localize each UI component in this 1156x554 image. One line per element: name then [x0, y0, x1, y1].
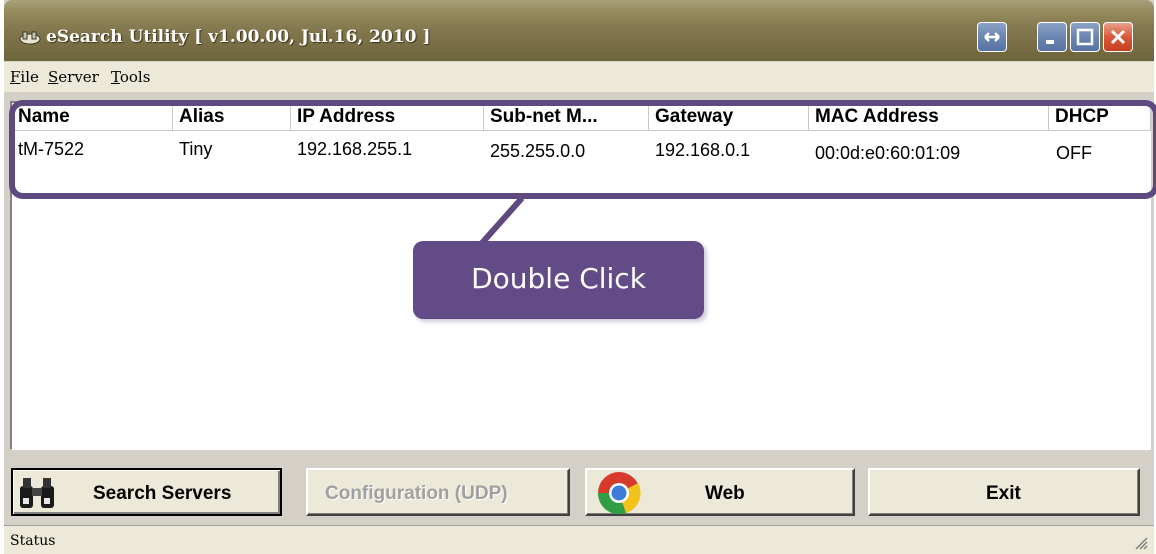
close-button[interactable] [1103, 22, 1133, 52]
resize-button[interactable] [977, 22, 1007, 52]
menu-bar: File Server Tools [4, 62, 1154, 92]
window-title: eSearch Utility [ v1.00.00, Jul.16, 2010… [46, 27, 431, 47]
double-click-callout: Double Click [413, 241, 704, 319]
status-text: Status [10, 533, 56, 549]
maximize-button[interactable] [1070, 22, 1100, 52]
exit-button[interactable]: Exit [868, 468, 1140, 516]
configuration-udp-label: Configuration (UDP) [325, 483, 508, 504]
search-servers-button[interactable]: Search Servers [11, 468, 282, 516]
highlight-frame [9, 100, 1156, 199]
double-arrow-icon [984, 32, 1000, 42]
minimize-button[interactable] [1037, 22, 1067, 52]
minimize-icon [1046, 40, 1054, 44]
menu-server[interactable]: Server [48, 68, 99, 86]
exit-label: Exit [986, 483, 1021, 504]
title-bar[interactable]: eSearch Utility [ v1.00.00, Jul.16, 2010… [4, 0, 1154, 61]
close-icon [1110, 29, 1126, 45]
app-icon [19, 31, 41, 45]
configuration-udp-button[interactable]: Configuration (UDP) [306, 468, 570, 516]
search-servers-label: Search Servers [93, 483, 232, 504]
menu-tools[interactable]: Tools [111, 68, 150, 86]
maximize-icon [1076, 28, 1094, 46]
web-button[interactable]: Web [585, 468, 855, 516]
web-label: Web [705, 483, 745, 504]
menu-file[interactable]: File [10, 68, 39, 86]
resize-grip-icon[interactable] [1132, 534, 1148, 550]
chrome-icon [597, 472, 641, 515]
status-bar: Status [4, 525, 1154, 554]
binoculars-icon [20, 478, 54, 508]
